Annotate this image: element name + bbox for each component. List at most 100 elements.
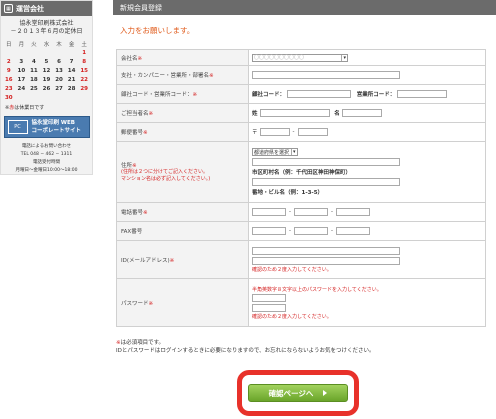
calendar-day xyxy=(15,48,28,57)
password-note-1: 半角英数字８文字以上のパスワードを入力してください。 xyxy=(252,286,382,293)
email-confirm-input[interactable] xyxy=(252,257,400,265)
calendar-day: 26 xyxy=(42,85,51,92)
postal-label: 郵便番号※ xyxy=(116,122,249,142)
password-note-2: 確認のため２度入力してください。 xyxy=(252,313,332,320)
main-content: 新規会員登録 入力をお願いします。 会社名※ 〇〇〇〇〇〇〇〇〇〇 ▾ 支社・カン… xyxy=(113,0,496,354)
confirm-page-button[interactable]: 確認ページへ xyxy=(248,384,348,402)
form-footnotes: ※は必須項目です。 IDとパスワードはログインするときに必要になりますので、お忘… xyxy=(116,339,375,355)
sales-code-label: 顧社コード・営業所コード：※ xyxy=(116,84,249,104)
calendar-day: 29 xyxy=(80,85,89,92)
calendar-day: 5 xyxy=(44,58,49,65)
password-label: パスワード※ xyxy=(116,278,249,327)
calendar-day: 25 xyxy=(30,85,38,92)
contact-info: 電話によるお問い合わせ TEL 048 − 462 − 1311 電話受付時間 … xyxy=(1,143,92,175)
first-name-sub: 名 xyxy=(334,111,340,117)
arrow-right-icon xyxy=(323,390,328,396)
address-input-2[interactable] xyxy=(252,178,400,186)
row-person: ご担当者名※ 姓 名 xyxy=(116,103,486,123)
calendar-day: 22 xyxy=(80,76,89,83)
calendar-day xyxy=(65,93,78,102)
calendar-day: 9 xyxy=(6,67,11,74)
calendar-dow: 金 xyxy=(68,41,75,48)
calendar-day: 4 xyxy=(31,58,36,65)
tel-label: 電話番号※ xyxy=(116,202,249,222)
fax-input-1[interactable] xyxy=(252,227,286,235)
calendar-day: 11 xyxy=(30,67,38,74)
holiday-calendar: 日月火水木金土 1 2 3 4 5 6 7 8 9 10 11 12 13 14 15 16 17 18 19 20 21… xyxy=(3,39,91,102)
calendar-day xyxy=(53,93,66,102)
street-label: 番地・ビル名（例：1-3-5） xyxy=(252,190,324,196)
calendar-day xyxy=(28,93,41,102)
address-input-1[interactable] xyxy=(252,158,400,166)
city-label: 市区町村名（例：千代田区神田神保町） xyxy=(252,170,352,176)
sidebar-title: 運営会社 xyxy=(16,4,44,13)
tel-input-3[interactable] xyxy=(336,208,370,216)
confirm-button-highlight: 確認ページへ xyxy=(237,370,359,416)
calendar-dow: 火 xyxy=(31,41,37,48)
calendar-note-text: は休業日です xyxy=(14,105,45,111)
calendar-day: 12 xyxy=(42,67,51,74)
prefecture-select[interactable]: 都道府県を選択 ▾ xyxy=(252,148,298,156)
address-hint-2: マンション名は必ず記入してください。) xyxy=(121,176,211,182)
id-confirm-note: 確認のため２度入力してください。 xyxy=(252,267,332,273)
intro-text: 入力をお願いします。 xyxy=(120,26,195,35)
calendar-day: 27 xyxy=(55,85,63,92)
calendar-day: 18 xyxy=(30,76,38,83)
branch-input[interactable] xyxy=(252,71,400,79)
person-label: ご担当者名※ xyxy=(116,103,249,123)
postal-mark: 〒 xyxy=(252,130,258,136)
calendar-day: 8 xyxy=(82,58,87,65)
row-company: 会社名※ 〇〇〇〇〇〇〇〇〇〇 ▾ xyxy=(116,49,486,66)
page-title: 新規会員登録 xyxy=(113,0,496,15)
calendar-note: ※赤は休業日です xyxy=(5,104,92,111)
address-label: 住所※ (住所は２つに分けてご記入ください。 マンション名は必ず記入してください… xyxy=(116,141,249,203)
calendar-day xyxy=(78,93,91,102)
company-select[interactable]: 〇〇〇〇〇〇〇〇〇〇 ▾ xyxy=(252,53,348,62)
customer-code-sub: 顧社コード： xyxy=(252,92,286,98)
sidebar-header: ▦ 運営会社 xyxy=(1,1,92,16)
office-code-input[interactable] xyxy=(397,90,448,98)
calendar-dow: 月 xyxy=(18,41,25,48)
sidebar: ▦ 運営会社 協永堂印刷株式会社 －２０１３年６月の定休日 日月火水木金土123… xyxy=(0,0,93,175)
row-id: ID(メールアドレス)※ 確認のため２度入力してください。 xyxy=(116,240,486,279)
calendar-day: 6 xyxy=(57,58,61,65)
row-tel: 電話番号※ -- xyxy=(116,202,486,222)
calendar-dow: 水 xyxy=(43,41,50,48)
calendar-day: 10 xyxy=(17,67,26,74)
footnote-line-1: は必須項目です。 xyxy=(120,340,165,346)
tel-input-2[interactable] xyxy=(294,208,328,216)
tel-input-1[interactable] xyxy=(252,208,286,216)
first-name-input[interactable] xyxy=(341,109,382,117)
calendar-day xyxy=(40,48,53,57)
corporate-site-banner[interactable]: PC 協永堂印刷 WEB コーポレートサイト xyxy=(3,116,90,138)
calendar-day: 7 xyxy=(69,58,74,65)
customer-code-input[interactable] xyxy=(287,90,352,98)
fax-input-2[interactable] xyxy=(294,227,328,235)
postal-dash: - xyxy=(292,129,295,135)
confirm-button-label: 確認ページへ xyxy=(268,388,314,398)
password-confirm-input[interactable] xyxy=(252,303,286,312)
id-label: ID(メールアドレス)※ xyxy=(116,240,249,279)
email-input[interactable] xyxy=(252,247,400,255)
branch-label: 支社・カンパニー・営業所・部署名※ xyxy=(116,65,249,85)
calendar-day: 23 xyxy=(4,85,13,92)
company-info: 協永堂印刷株式会社 －２０１３年６月の定休日 xyxy=(1,20,92,36)
fax-input-3[interactable] xyxy=(336,227,370,235)
calendar-day: 20 xyxy=(55,76,63,83)
last-name-input[interactable] xyxy=(259,109,330,117)
building-icon: ▦ xyxy=(4,4,13,13)
chevron-down-icon: ▾ xyxy=(341,54,346,61)
banner-line-1: 協永堂印刷 WEB xyxy=(31,120,75,126)
row-password: パスワード※ 半角英数字８文字以上のパスワードを入力してください。 確認のため２… xyxy=(116,278,486,327)
calendar-day: 1 xyxy=(82,49,87,56)
postal-code-1-input[interactable] xyxy=(259,128,290,136)
calendar-dow: 木 xyxy=(56,41,62,48)
row-address: 住所※ (住所は２つに分けてご記入ください。 マンション名は必ず記入してください… xyxy=(116,141,486,203)
calendar-day: 14 xyxy=(67,67,76,74)
calendar-day: 13 xyxy=(55,67,63,74)
password-input[interactable] xyxy=(252,293,286,302)
calendar-day: 21 xyxy=(67,76,76,83)
postal-code-2-input[interactable] xyxy=(297,128,328,136)
calendar-day: 15 xyxy=(80,67,89,74)
calendar-day xyxy=(40,93,53,102)
